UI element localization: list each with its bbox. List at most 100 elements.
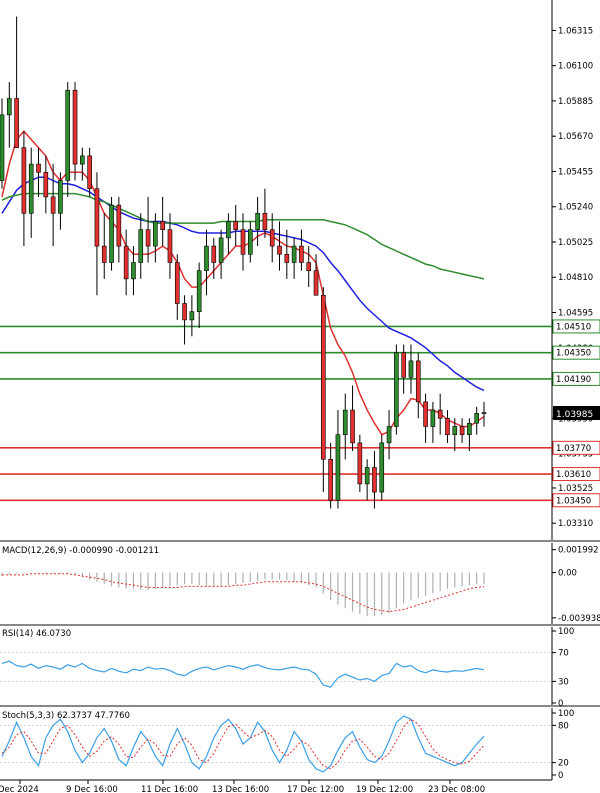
support-resistance-levels xyxy=(0,325,552,502)
candle-body xyxy=(401,352,406,378)
candle-body xyxy=(423,401,428,427)
candle xyxy=(58,172,63,230)
candle xyxy=(94,172,100,296)
rsi-tick-label: 0 xyxy=(558,699,563,709)
candle-body xyxy=(6,98,12,116)
candle-body xyxy=(269,229,275,247)
time-axis-ticks: Dec 2024 9 Dec 16:00 11 Dec 16:00 13 Dec 16… xyxy=(0,780,485,793)
candle xyxy=(145,196,151,263)
candle-body xyxy=(116,204,122,247)
candle-body xyxy=(14,98,19,148)
candle-body xyxy=(284,253,290,263)
candle xyxy=(255,196,260,247)
trading-chart: 1.06315 1.06100 1.05885 1.05670 1.05455 1.052… xyxy=(0,0,600,793)
macd-panel[interactable]: MACD(12,26,9) -0.000990 -0.001211 0.0019… xyxy=(0,543,600,626)
candle-body xyxy=(0,114,5,181)
time-tick-label: 11 Dec 16:00 xyxy=(141,785,198,793)
price-tick-label: 1.04810 xyxy=(558,273,593,283)
candle-body xyxy=(160,221,165,230)
candle xyxy=(299,229,304,271)
price-tick-label: 1.03310 xyxy=(558,519,593,529)
candle-body xyxy=(50,196,56,214)
level-label: 1.03610 xyxy=(556,470,591,480)
stoch-tick-label: 20 xyxy=(558,759,569,769)
candle-body xyxy=(167,229,173,263)
candle-body xyxy=(313,270,319,296)
candle xyxy=(306,246,312,288)
stoch-lines xyxy=(1,715,485,773)
candle xyxy=(335,410,341,509)
candle-body xyxy=(255,212,260,230)
candle-body xyxy=(415,360,421,403)
rsi-tick-label: 30 xyxy=(558,677,569,687)
candle-body xyxy=(342,409,348,435)
candle-body xyxy=(211,245,217,263)
candle xyxy=(0,98,5,189)
candle xyxy=(174,254,180,320)
current-price-label: 1.03985 xyxy=(556,410,593,420)
candle-body xyxy=(364,467,370,485)
candle-body xyxy=(233,221,239,230)
macd-tick-label: -0.003938 xyxy=(558,614,600,624)
candle-body xyxy=(467,422,472,435)
time-tick-label: Dec 2024 xyxy=(0,785,39,793)
candle-body xyxy=(262,212,268,230)
candle xyxy=(72,82,78,181)
candle xyxy=(401,344,406,394)
candle-body xyxy=(247,229,253,255)
candle xyxy=(291,237,297,279)
stoch-tick-label: 80 xyxy=(558,721,569,731)
candle xyxy=(247,221,253,263)
stoch-panel[interactable]: Stoch(5,3,3) 62.3737 47.7760 100 80 20 0 xyxy=(0,708,574,781)
candle xyxy=(36,147,41,197)
price-tick-label: 1.05025 xyxy=(558,238,593,248)
candle-body xyxy=(291,245,297,263)
macd-histogram xyxy=(1,572,485,617)
candle-body xyxy=(306,262,312,271)
time-tick-label: 9 Dec 16:00 xyxy=(66,785,118,793)
rsi-polyline xyxy=(1,660,485,688)
candle xyxy=(415,352,421,419)
candle-body xyxy=(189,311,195,321)
candle xyxy=(196,262,202,329)
rsi-guide-lines xyxy=(0,652,552,682)
candle xyxy=(226,213,231,255)
candle xyxy=(437,393,443,435)
time-tick-label: 23 Dec 08:00 xyxy=(428,785,485,793)
candle-body xyxy=(394,352,399,427)
level-label: 1.04190 xyxy=(556,375,591,385)
rsi-tick-label: 70 xyxy=(558,649,569,659)
main-panel[interactable]: 1.06315 1.06100 1.05885 1.05670 1.05455 1.052… xyxy=(0,0,600,542)
candle-body xyxy=(204,245,209,271)
candle-body xyxy=(182,303,187,321)
rsi-panel[interactable]: RSI(14) 46.0730 100 70 30 0 xyxy=(0,627,600,709)
candle xyxy=(342,393,348,460)
rsi-axis-ticks: 100 70 30 0 xyxy=(552,627,574,709)
stoch-axis-ticks: 100 80 20 0 xyxy=(552,709,574,781)
candle xyxy=(50,164,56,247)
candle xyxy=(379,434,385,501)
candle xyxy=(474,406,480,435)
candle xyxy=(21,131,27,247)
candle xyxy=(28,147,34,238)
candle-body xyxy=(101,245,107,263)
macd-tick-label: 0.00 xyxy=(558,569,577,579)
candle xyxy=(459,418,465,443)
candle-body xyxy=(58,180,63,214)
stoch-tick-label: 100 xyxy=(558,709,574,719)
candle-body xyxy=(72,89,78,165)
candle-body xyxy=(80,155,85,165)
candle-body xyxy=(131,262,136,280)
candle-body xyxy=(145,229,151,247)
stoch-title: Stoch(5,3,3) 62.3737 47.7760 xyxy=(2,711,130,721)
price-tick-label: 1.04595 xyxy=(558,309,593,319)
macd-title: MACD(12,26,9) -0.000990 -0.001211 xyxy=(2,546,159,556)
candle-body xyxy=(408,360,414,378)
candle xyxy=(269,213,275,263)
candle-body xyxy=(386,426,392,444)
candle-body xyxy=(321,294,326,460)
candle-body xyxy=(109,204,114,263)
rsi-tick-label: 100 xyxy=(558,627,574,637)
time-tick-label: 19 Dec 12:00 xyxy=(356,785,413,793)
candle-body xyxy=(277,245,282,255)
